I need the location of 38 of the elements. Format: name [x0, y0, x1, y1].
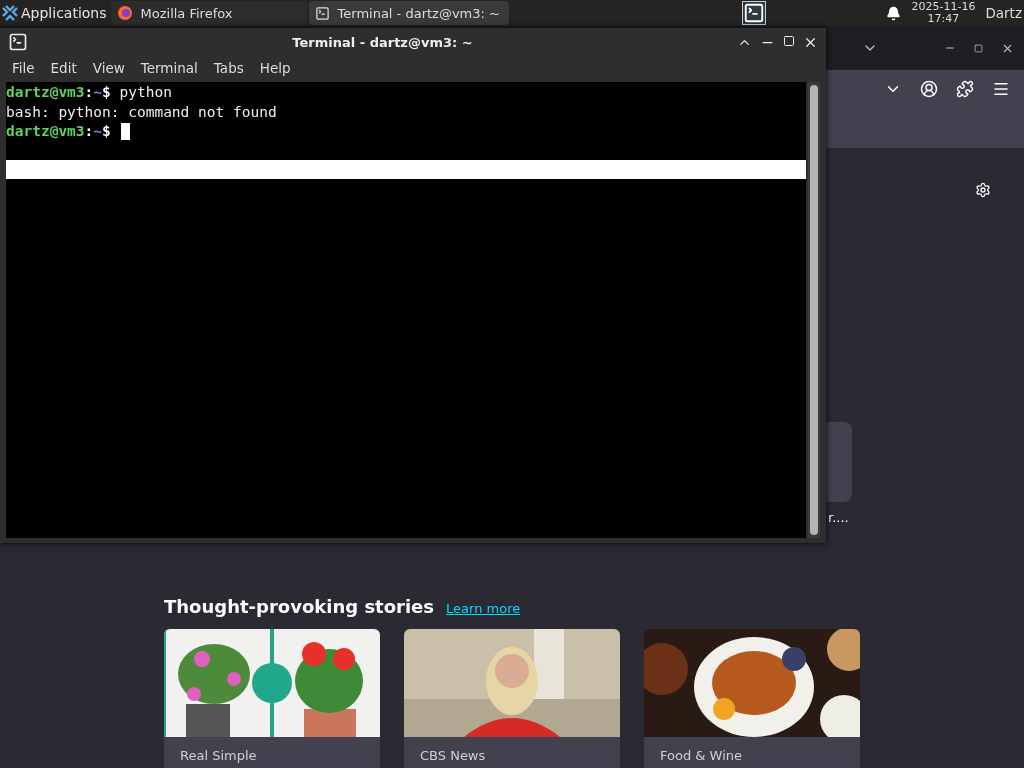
- settings-icon[interactable]: [975, 182, 991, 198]
- applications-menu[interactable]: Applications: [0, 0, 111, 26]
- terminal-icon[interactable]: [742, 1, 767, 25]
- notification-icon[interactable]: [886, 5, 902, 21]
- account-icon[interactable]: [920, 80, 938, 98]
- scrollbar-thumb[interactable]: [810, 85, 818, 535]
- logo-icon: [2, 5, 18, 21]
- command-text: python: [118, 83, 172, 102]
- menu-icon[interactable]: [992, 80, 1010, 98]
- menu-item[interactable]: View: [84, 60, 133, 76]
- output-text: bash: python: command not found: [6, 102, 277, 122]
- taskbar-button[interactable]: Mozilla Firefox: [110, 1, 307, 25]
- shortcut-label[interactable]: r....: [828, 510, 849, 525]
- prompt-text: dartz@vm3:~$: [6, 122, 111, 141]
- menu-item[interactable]: File: [4, 60, 43, 76]
- menu-item[interactable]: Terminal: [132, 60, 206, 76]
- terminal-icon: [314, 5, 330, 21]
- menu-item[interactable]: Help: [251, 60, 299, 76]
- terminal-icon: [8, 32, 28, 52]
- extensions-icon[interactable]: [956, 80, 974, 98]
- menu-item[interactable]: Tabs: [205, 60, 252, 76]
- story-source: CBS News: [419, 747, 487, 763]
- learn-more-link[interactable]: Learn more: [446, 601, 521, 616]
- terminal-screen[interactable]: dartz@vm3:~$ python bash: python: command not found dartz@vm3:~$: [6, 82, 806, 538]
- story-card[interactable]: Food & Wine: [644, 629, 860, 768]
- story-card[interactable]: CBS News: [404, 629, 620, 768]
- story-source: Food & Wine: [659, 747, 743, 763]
- menu-item[interactable]: Edit: [42, 60, 85, 76]
- prompt-text: dartz@vm3:~$: [6, 83, 111, 102]
- user-name[interactable]: Dartz: [985, 5, 1022, 21]
- taskbar-button[interactable]: Terminal - dartz@vm3: ~: [308, 1, 509, 25]
- story-source: Real Simple: [179, 747, 258, 763]
- shortcut-tile[interactable]: [826, 422, 852, 502]
- browser-icon: [116, 5, 133, 21]
- clock[interactable]: 2025-11-16 17:47: [911, 1, 976, 25]
- section-heading: Thought-provoking stories: [164, 596, 435, 617]
- story-card[interactable]: Real Simple: [164, 629, 380, 768]
- window-title: Terminal - dartz@vm3: ~: [291, 34, 474, 50]
